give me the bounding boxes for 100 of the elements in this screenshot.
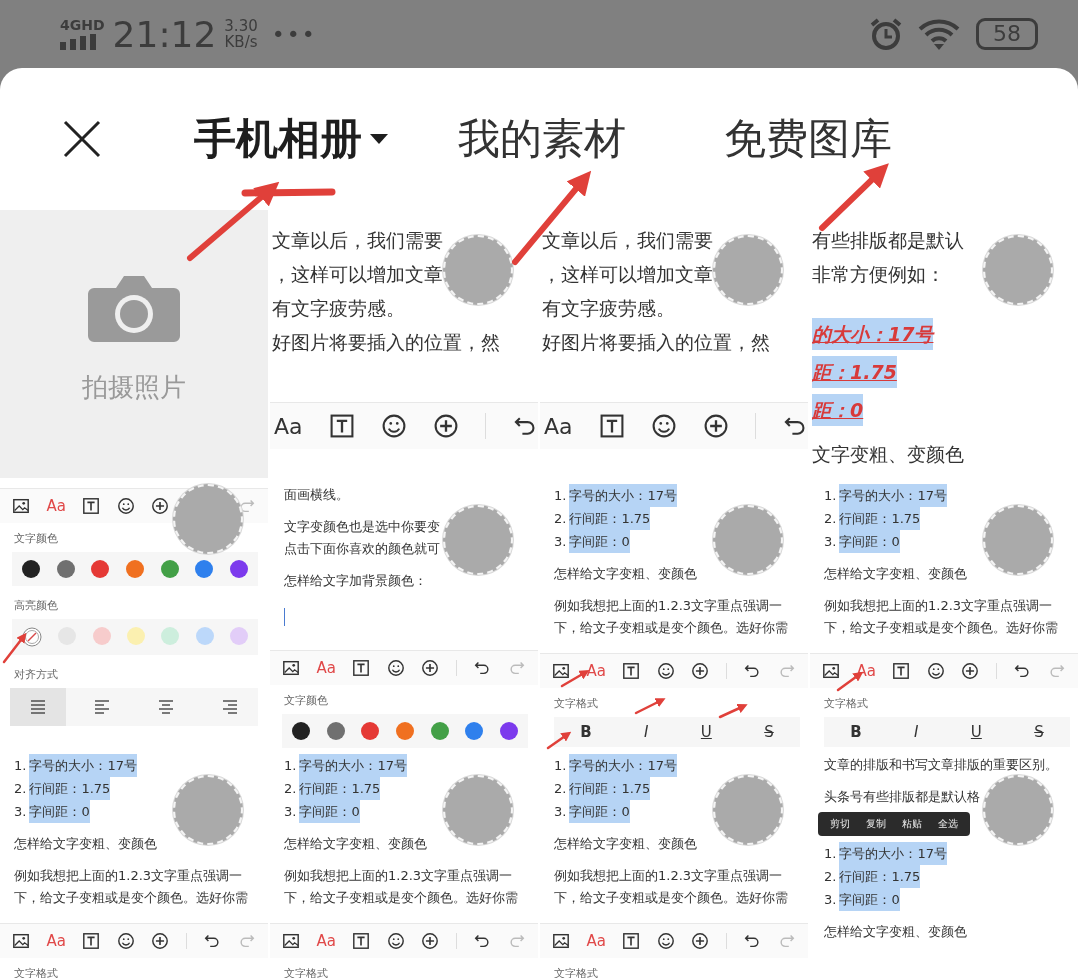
smiley-icon[interactable] [926, 662, 945, 680]
color-swatch[interactable] [292, 722, 310, 740]
font-style-button[interactable]: Aa [316, 659, 336, 677]
add-icon[interactable] [691, 662, 710, 680]
image-icon[interactable] [282, 659, 300, 677]
color-swatch[interactable] [160, 560, 179, 578]
image-icon[interactable] [12, 497, 30, 515]
align-button[interactable] [10, 688, 66, 726]
redaction-circle [173, 775, 243, 845]
color-swatch[interactable] [229, 627, 248, 645]
menu-item[interactable]: 剪切 [822, 815, 858, 833]
image-icon[interactable] [282, 932, 300, 950]
color-swatch[interactable] [161, 627, 180, 645]
color-swatch[interactable] [326, 722, 345, 740]
format-button[interactable]: B [570, 723, 602, 741]
undo-icon[interactable] [473, 932, 492, 950]
format-button[interactable]: I [904, 723, 929, 741]
highlighted-text: 字号的大小：17号 [569, 754, 677, 777]
add-icon[interactable] [702, 413, 729, 439]
image-icon[interactable] [552, 662, 570, 680]
text-box-icon[interactable] [622, 662, 641, 680]
format-button[interactable]: U [690, 723, 722, 741]
font-style-button[interactable]: Aa [274, 413, 303, 439]
font-style-button[interactable]: Aa [46, 497, 66, 515]
smiley-icon[interactable] [116, 497, 135, 515]
image-icon[interactable] [12, 932, 30, 950]
annotation-arrow [819, 163, 889, 231]
add-icon[interactable] [151, 497, 170, 515]
color-swatch[interactable] [229, 560, 248, 578]
image-icon[interactable] [822, 662, 840, 680]
color-swatch[interactable] [22, 560, 40, 578]
undo-icon[interactable] [1013, 662, 1032, 680]
smiley-icon[interactable] [650, 413, 677, 439]
add-icon[interactable] [151, 932, 170, 950]
color-swatch[interactable] [195, 627, 214, 645]
format-button[interactable]: U [960, 723, 992, 741]
redaction-circle [983, 235, 1053, 305]
network-speed: 3.30 [224, 18, 258, 34]
font-style-button[interactable]: Aa [316, 932, 336, 950]
color-swatch[interactable] [465, 722, 484, 740]
smiley-icon[interactable] [386, 659, 405, 677]
highlighted-text: 字号的大小：17号 [839, 484, 947, 507]
text-box-icon[interactable] [328, 413, 355, 439]
color-swatch[interactable] [125, 560, 144, 578]
text-box-icon[interactable] [598, 413, 625, 439]
format-button[interactable]: I [634, 723, 659, 741]
text-box-icon[interactable] [622, 932, 641, 950]
redaction-circle [443, 235, 513, 305]
undo-icon[interactable] [743, 932, 762, 950]
add-icon[interactable] [421, 932, 440, 950]
color-swatch[interactable] [56, 560, 75, 578]
paragraph: 面画横线。 [284, 486, 350, 504]
color-swatch[interactable] [92, 627, 111, 645]
color-swatch[interactable] [127, 627, 145, 645]
album-tab[interactable]: 手机相册 [194, 111, 388, 167]
color-swatch[interactable] [361, 722, 380, 740]
undo-icon[interactable] [473, 659, 492, 677]
section-label: 文字格式 [284, 966, 328, 978]
format-button[interactable]: S [754, 723, 784, 741]
menu-item[interactable]: 粘贴 [894, 815, 930, 833]
list-number: 1. [824, 487, 837, 505]
paragraph: 怎样给文字变粗、变颜色 [554, 565, 698, 583]
menu-item[interactable]: 复制 [858, 815, 894, 833]
image-icon[interactable] [552, 932, 570, 950]
format-button[interactable]: B [840, 723, 872, 741]
font-style-button[interactable]: Aa [586, 932, 606, 950]
text-box-icon[interactable] [352, 932, 371, 950]
smiley-icon[interactable] [656, 932, 675, 950]
color-swatch[interactable] [195, 560, 214, 578]
menu-item[interactable]: 全选 [930, 815, 966, 833]
font-style-button[interactable]: Aa [544, 413, 573, 439]
text-line: 好图片将要插入的位置，然 [272, 331, 501, 355]
text-box-icon[interactable] [82, 932, 101, 950]
text-box-icon[interactable] [352, 659, 371, 677]
color-swatch[interactable] [91, 560, 110, 578]
undo-icon[interactable] [203, 932, 222, 950]
color-swatch[interactable] [430, 722, 449, 740]
smiley-icon[interactable] [380, 413, 407, 439]
paragraph: 怎样给文字加背景颜色： [284, 572, 428, 590]
album-tab[interactable]: 我的素材 [458, 111, 626, 167]
color-swatch[interactable] [499, 722, 518, 740]
undo-icon[interactable] [743, 662, 762, 680]
add-icon[interactable] [691, 932, 710, 950]
album-tab[interactable]: 免费图库 [724, 111, 892, 167]
add-icon[interactable] [961, 662, 980, 680]
close-icon [62, 119, 102, 159]
text-box-icon[interactable] [892, 662, 911, 680]
color-swatch[interactable] [395, 722, 414, 740]
font-style-button[interactable]: Aa [586, 662, 606, 680]
smiley-icon[interactable] [116, 932, 135, 950]
smiley-icon[interactable] [656, 662, 675, 680]
format-button[interactable]: S [1024, 723, 1054, 741]
list-number: 2. [824, 868, 837, 886]
highlighted-text: 距：0 [812, 394, 864, 426]
add-icon[interactable] [421, 659, 440, 677]
add-icon[interactable] [432, 413, 459, 439]
font-style-button[interactable]: Aa [46, 932, 66, 950]
smiley-icon[interactable] [386, 932, 405, 950]
list-number: 1. [554, 487, 567, 505]
text-box-icon[interactable] [82, 497, 101, 515]
